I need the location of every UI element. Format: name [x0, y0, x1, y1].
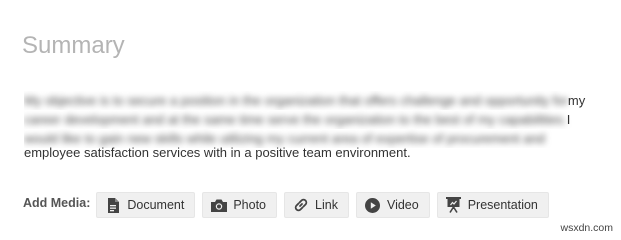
add-media-label: Add Media: [23, 196, 91, 210]
add-media-bar: Add Media: Document Photo Link Video Pre… [23, 192, 556, 218]
summary-line-blurred: career development and at the same time … [24, 112, 567, 127]
presentation-icon [446, 197, 462, 213]
video-button-label: Video [386, 198, 419, 212]
add-link-button[interactable]: Link [284, 192, 349, 218]
summary-line: career development and at the same time … [24, 110, 599, 129]
link-button-label: Link [315, 198, 338, 212]
add-presentation-button[interactable]: Presentation [436, 192, 549, 218]
camera-icon [211, 197, 228, 213]
summary-line-blurred: My objective is to secure a position in … [24, 93, 568, 108]
document-icon [105, 197, 121, 213]
summary-line-clear: employee satisfaction services with in a… [24, 145, 411, 160]
summary-text-block: My objective is to secure a position in … [24, 91, 599, 163]
play-icon [365, 197, 381, 213]
summary-line-clear: my [567, 93, 586, 108]
add-photo-button[interactable]: Photo [202, 192, 278, 218]
watermark: wsxdn.com [560, 222, 613, 234]
link-icon [293, 197, 309, 213]
summary-line: employee satisfaction services with in a… [24, 143, 599, 162]
add-video-button[interactable]: Video [355, 192, 430, 218]
add-document-button[interactable]: Document [96, 192, 196, 218]
document-button-label: Document [127, 198, 185, 212]
section-title: Summary [22, 32, 125, 59]
summary-line: My objective is to secure a position in … [24, 91, 599, 110]
profile-summary-section: Summary My objective is to secure a posi… [0, 0, 621, 240]
photo-button-label: Photo [233, 198, 267, 212]
summary-line-clear: I [566, 112, 571, 127]
presentation-button-label: Presentation [467, 198, 538, 212]
